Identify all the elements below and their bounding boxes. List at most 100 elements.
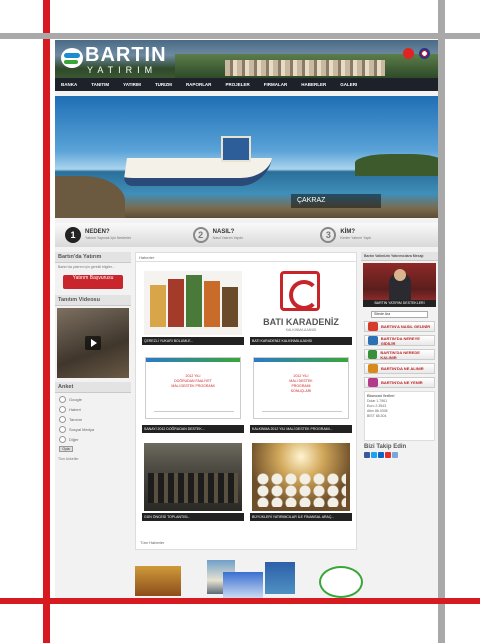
step-title: KİM?	[340, 229, 356, 235]
poll-option-label: Google	[69, 397, 82, 402]
governor-video[interactable]: BARTIN YATIRIM DESTEKLERİ	[363, 263, 436, 307]
nav-item[interactable]: FIRMALAR	[264, 82, 288, 87]
main-nav: BANKA TANITIM YATIRIM TURIZM RAPORLAR PR…	[55, 78, 438, 91]
step-title: NEDEN?	[85, 229, 110, 235]
nav-item[interactable]: TURIZM	[155, 82, 172, 87]
logo-icon[interactable]	[61, 48, 83, 68]
document-image: 2012 YILI MALİ DESTEK PROGRAMI SONUÇLARI	[253, 357, 349, 419]
agency-name-line1: BATI KARADENİZ	[263, 317, 339, 327]
page-frame: BARTIN YATIRIM BANKA TANITIM YATIRIM TUR…	[0, 0, 480, 643]
right-sidebar: Bartın Valimizin Yatırımcılara Mesajı BA…	[361, 252, 438, 552]
nav-item[interactable]: HABERLER	[301, 82, 326, 87]
news-title: Haberler	[136, 253, 356, 262]
radio-icon[interactable]	[59, 416, 66, 423]
vote-button[interactable]: Oyla	[59, 446, 73, 452]
brand-logo[interactable]	[319, 566, 363, 598]
facebook-icon[interactable]	[364, 452, 370, 458]
news-card[interactable]: 2012 YILI MALİ DESTEK PROGRAMI SONUÇLARI…	[250, 353, 352, 433]
step-who[interactable]: 3 KİM? Kimler Yatırım Yaptı	[310, 227, 438, 243]
side-link[interactable]: BARTIN'DA NE ALINIR	[364, 363, 435, 374]
play-icon[interactable]	[85, 336, 101, 350]
poll-title: Anket	[55, 382, 131, 393]
link-icon	[368, 378, 378, 387]
radio-icon[interactable]	[59, 406, 66, 413]
document-image: 2012 YILI DOĞRUDAN FAALİYET MALİ DESTEK …	[145, 357, 241, 419]
sea-thumbnail[interactable]	[265, 562, 295, 594]
harvest-thumbnail[interactable]	[135, 566, 181, 596]
side-link[interactable]: BARTIN'DA NE YENİR	[364, 377, 435, 388]
slider-caption: ÇAKRAZ	[291, 194, 381, 208]
about-text: Bartın'da yatırım için gerekli bilgiler.…	[58, 265, 115, 269]
agency-logo-icon	[280, 271, 320, 311]
video-title: Tanıtım Videosu	[55, 295, 131, 306]
radio-icon[interactable]	[59, 426, 66, 433]
nav-item[interactable]: YATIRIM	[123, 82, 141, 87]
rss-icon[interactable]	[392, 452, 398, 458]
radio-icon[interactable]	[59, 436, 66, 443]
twitter-icon[interactable]	[371, 452, 377, 458]
step-how[interactable]: 2 NASIL? Nasıl Yatırım Yapılır	[183, 227, 311, 243]
step-title: NASIL?	[212, 229, 235, 235]
site-header: BARTIN YATIRIM	[55, 40, 438, 78]
linkedin-icon[interactable]	[378, 452, 384, 458]
economy-line: BIST 68.304	[367, 414, 387, 418]
news-caption: SANAYİ 2012 DOĞRUDAN DESTEK...	[142, 425, 244, 433]
turkish-flag-icon[interactable]	[403, 48, 414, 59]
poll-option[interactable]: Haberi	[59, 406, 127, 413]
logo-name[interactable]: BARTIN	[85, 44, 167, 67]
news-caption: BATI KARADENİZ KALKINMA AJANSI	[250, 337, 352, 345]
agency-subname: KALKINMA AJANSI	[285, 328, 317, 332]
news-caption: KALKINMA 2012 YILI MALİ DESTEK PROGRAMI.…	[250, 425, 352, 433]
all-news-link[interactable]: Tüm Haberler	[140, 540, 164, 545]
poll-option[interactable]: Sosyal Medya	[59, 426, 127, 433]
side-link-label: BARTIN'DA NE ALINIR	[381, 366, 424, 371]
poll-option[interactable]: Tanıtım	[59, 416, 127, 423]
news-card[interactable]: BÜYÜKLERİ YATIRIMCILAR İLE FİNANSAL ARAÇ…	[250, 441, 352, 521]
slider-island	[355, 154, 438, 176]
guide-line-gray-horizontal	[0, 33, 480, 39]
promo-video[interactable]	[57, 308, 129, 378]
left-sidebar: Bartın'da Yatırım Bartın'da yatırım için…	[55, 252, 131, 552]
step-subtitle: Nasıl Yatırım Yapılır	[212, 236, 244, 240]
guide-line-gray-vertical	[438, 0, 445, 643]
link-icon	[368, 350, 378, 359]
nav-item[interactable]: GALERI	[340, 82, 357, 87]
step-why[interactable]: 1 NEDEN? Yatırım Yapmak İçin Nedenler	[55, 227, 183, 243]
nav-item[interactable]: PROJELER	[225, 82, 249, 87]
english-flag-icon[interactable]	[419, 48, 430, 59]
radio-icon[interactable]	[59, 396, 66, 403]
news-caption: BÜYÜKLERİ YATIRIMCILAR İLE FİNANSAL ARAÇ…	[250, 513, 352, 521]
boat-image	[123, 136, 272, 188]
youtube-icon[interactable]	[385, 452, 391, 458]
news-card[interactable]: 2012 YILI DOĞRUDAN FAALİYET MALİ DESTEK …	[142, 353, 244, 433]
link-icon	[368, 322, 378, 331]
poll-option[interactable]: Diğer	[59, 436, 127, 443]
step-number: 2	[192, 227, 209, 243]
sky-thumbnail[interactable]	[223, 572, 263, 600]
news-card[interactable]: ÇEREZLİ YUKARI BOLUMLE...	[142, 265, 244, 345]
follow-title: Bizi Takip Edin	[364, 444, 407, 450]
doc-text: 2012 YILI MALİ DESTEK PROGRAMI SONUÇLARI	[289, 374, 313, 393]
search-input[interactable]: Sitede Ara	[371, 311, 428, 318]
poll-results-link[interactable]: Tüm Anketler	[55, 455, 131, 464]
agency-name: BATI KARADENİZ	[252, 317, 350, 327]
website: BARTIN YATIRIM BANKA TANITIM YATIRIM TUR…	[55, 40, 438, 600]
economy-box: Ekonomi Verileri Dolar 1.7961 Euro 2.354…	[364, 391, 435, 441]
nav-item[interactable]: BANKA	[61, 82, 77, 87]
side-link[interactable]: BARTIN'A NASIL GELİNİR	[364, 321, 435, 332]
apply-button[interactable]: Yatırım Başvurusu	[63, 275, 123, 289]
hero-slider[interactable]: ÇAKRAZ 1 2 3 4 5 6 7 8 9	[55, 96, 438, 218]
poll-option[interactable]: Google	[59, 396, 127, 403]
guide-line-red-vertical	[43, 0, 50, 643]
step-number: 3	[320, 227, 337, 243]
side-link-label: BARTIN'DA NE YENİR	[381, 380, 423, 385]
nav-item[interactable]: TANITIM	[91, 82, 109, 87]
side-link[interactable]: BARTIN'DA NEREYE GİDİLİR	[364, 335, 435, 346]
meeting-photo	[144, 443, 242, 511]
news-card[interactable]: GÜN ÖNCESİ TOPLANTISI...	[142, 441, 244, 521]
link-icon	[368, 364, 378, 373]
step-subtitle: Yatırım Yapmak İçin Nedenler	[85, 236, 132, 240]
nav-item[interactable]: RAPORLAR	[186, 82, 212, 87]
side-link[interactable]: BARTIN'DA NEREDE KALINIR	[364, 349, 435, 360]
news-card[interactable]: BATI KARADENİZ KALKINMA AJANSI BATI KARA…	[250, 265, 352, 345]
